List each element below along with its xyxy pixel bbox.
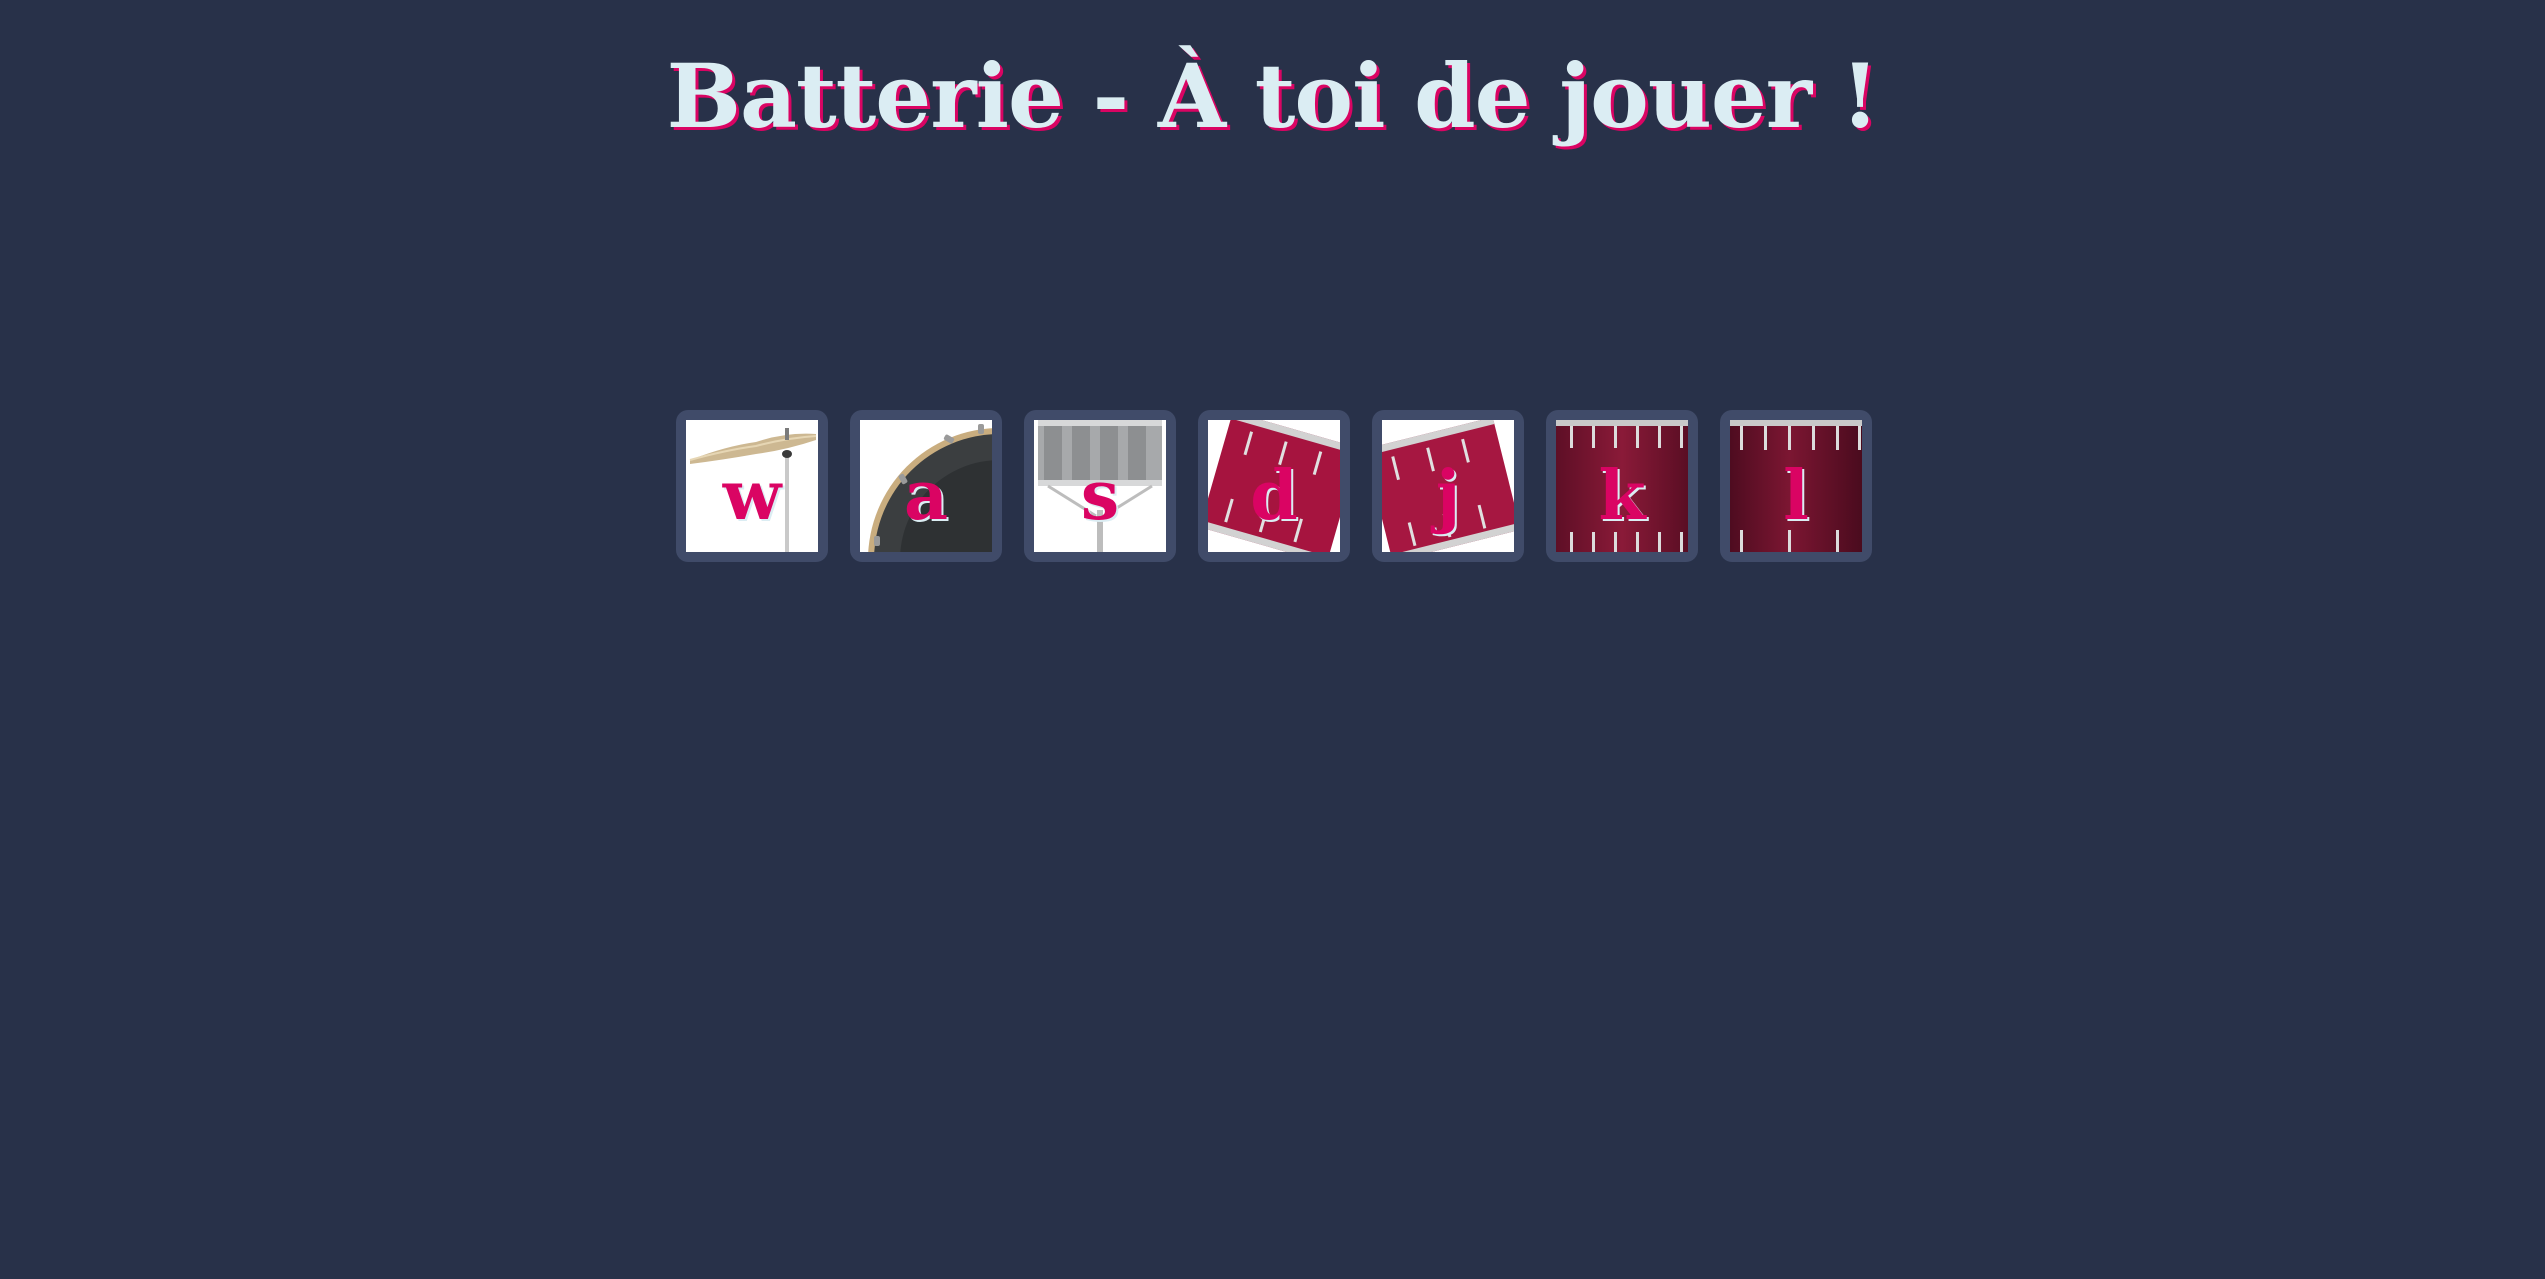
drum-button-tom-3[interactable]: k [1546,410,1698,562]
drum-key-d: d [1250,456,1298,536]
drum-button-floor-tom[interactable]: l [1720,410,1872,562]
drum-key-a: a [903,456,949,536]
drum-set: w a s d j k l [676,410,1872,562]
page-title: Batterie - À toi de jouer ! [666,44,1880,148]
drum-button-tom-2[interactable]: j [1372,410,1524,562]
drum-key-l: l [1783,456,1809,536]
drum-button-kick[interactable]: a [850,410,1002,562]
drum-key-j: j [1435,456,1461,536]
drum-button-tom-1[interactable]: d [1198,410,1350,562]
drum-button-snare[interactable]: s [1024,410,1176,562]
drum-button-crash[interactable]: w [676,410,828,562]
drum-key-w: w [722,456,782,536]
drum-key-k: k [1598,456,1646,536]
drum-key-s: s [1080,456,1120,536]
